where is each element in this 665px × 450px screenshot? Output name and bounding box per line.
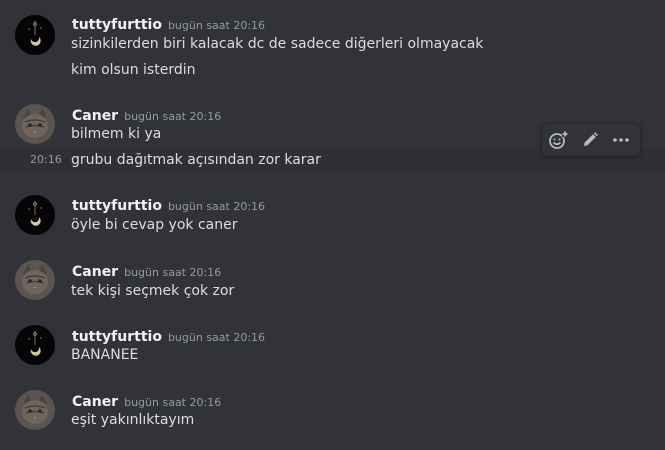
author-name[interactable]: Caner (72, 394, 118, 410)
avatar[interactable] (15, 325, 55, 365)
add-reaction-icon (549, 131, 568, 149)
message-text: grubu dağıtmak açısından zor karar (71, 152, 321, 168)
avatar[interactable] (15, 195, 55, 235)
avatar[interactable] (15, 15, 55, 55)
author-name[interactable]: Caner (72, 264, 118, 280)
message-text: bilmem ki ya (71, 126, 162, 142)
author-name[interactable]: Caner (72, 108, 118, 124)
message-hover-toolbar (541, 123, 641, 157)
message-header: Caner bugün saat 20:16 (72, 105, 221, 124)
author-name[interactable]: tuttyfurttio (72, 198, 162, 214)
timestamp[interactable]: bugün saat 20:16 (168, 200, 265, 213)
add-reaction-button[interactable] (546, 128, 570, 152)
message-text: eşit yakınlıktayım (71, 412, 195, 428)
edit-icon (584, 132, 598, 146)
message-header: tuttyfurttio bugün saat 20:16 (72, 195, 265, 214)
message-header: tuttyfurttio bugün saat 20:16 (72, 14, 265, 33)
hover-timestamp: 20:16 (30, 153, 62, 166)
avatar[interactable] (15, 260, 55, 300)
more-options-button[interactable] (609, 128, 633, 152)
message-text: sizinkilerden biri kalacak dc de sadece … (71, 36, 484, 52)
message-text: BANANEE (71, 347, 139, 363)
more-icon (613, 138, 629, 142)
message-text: öyle bi cevap yok caner (71, 217, 238, 233)
timestamp[interactable]: bugün saat 20:16 (168, 331, 265, 344)
moon-avatar-icon (15, 195, 55, 235)
cat-avatar-icon (15, 260, 55, 300)
avatar[interactable] (15, 104, 55, 144)
message-text: kim olsun isterdin (71, 62, 196, 78)
message-header: Caner bugün saat 20:16 (72, 391, 221, 410)
moon-avatar-icon (15, 325, 55, 365)
message-header: Caner bugün saat 20:16 (72, 261, 221, 280)
cat-avatar-icon (15, 390, 55, 430)
moon-avatar-icon (15, 15, 55, 55)
timestamp[interactable]: bugün saat 20:16 (168, 19, 265, 32)
edit-button[interactable] (578, 128, 602, 152)
avatar[interactable] (15, 390, 55, 430)
author-name[interactable]: tuttyfurttio (72, 17, 162, 33)
cat-avatar-icon (15, 104, 55, 144)
timestamp[interactable]: bugün saat 20:16 (124, 266, 221, 279)
timestamp[interactable]: bugün saat 20:16 (124, 110, 221, 123)
message-text: tek kişi seçmek çok zor (71, 283, 235, 299)
author-name[interactable]: tuttyfurttio (72, 329, 162, 345)
timestamp[interactable]: bugün saat 20:16 (124, 396, 221, 409)
message-header: tuttyfurttio bugün saat 20:16 (72, 326, 265, 345)
